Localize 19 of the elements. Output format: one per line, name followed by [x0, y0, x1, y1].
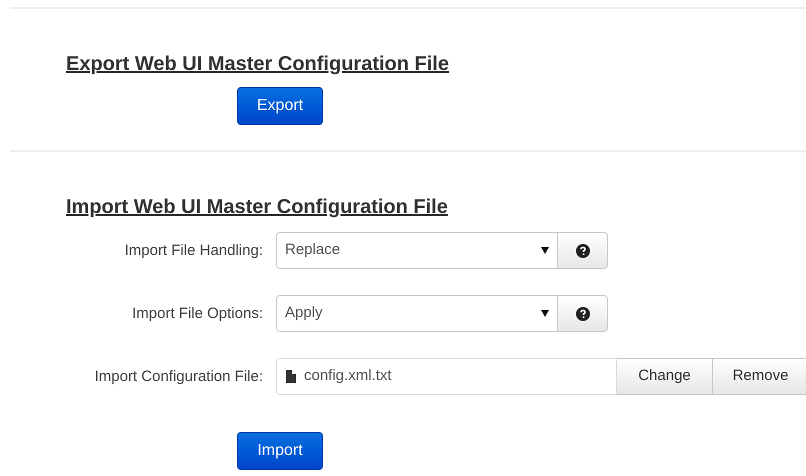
caret-icon [541, 247, 549, 254]
help-button[interactable] [558, 295, 608, 332]
file-icon [286, 370, 296, 383]
dropdown[interactable]: Apply [276, 295, 558, 332]
field-label: Import File Handling: [124, 242, 263, 258]
dropdown[interactable]: Replace [276, 232, 558, 269]
field-label: Import Configuration File: [94, 368, 263, 384]
import-button[interactable]: Import [237, 432, 323, 470]
file-action-button[interactable]: Change [617, 358, 713, 395]
help-button[interactable] [558, 232, 608, 269]
export-button[interactable]: Export [237, 87, 323, 125]
help-icon [576, 306, 590, 320]
file-field[interactable]: config.xml.txt [276, 358, 617, 395]
section-heading: Export Web UI Master Configuration File [66, 52, 449, 77]
caret-icon [541, 310, 549, 317]
help-icon [576, 244, 590, 258]
section-heading: Import Web UI Master Configuration File [66, 195, 448, 220]
file-action-button[interactable]: Remove [713, 358, 806, 395]
field-label: Import File Options: [132, 304, 263, 322]
